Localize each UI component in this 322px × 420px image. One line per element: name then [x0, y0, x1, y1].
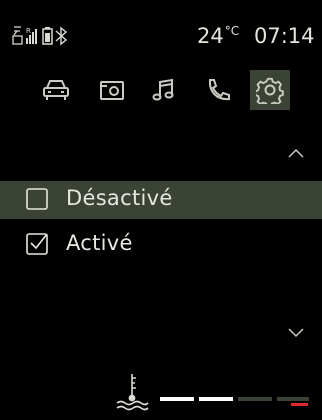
- status-bar: R 24°C 07:14: [0, 0, 322, 48]
- gauge-segment-2: [199, 397, 233, 401]
- gauge-warning-mark: [291, 403, 308, 406]
- tab-media[interactable]: [92, 70, 132, 110]
- tab-vehicle[interactable]: [36, 70, 76, 110]
- sim-card-icon: [12, 26, 23, 45]
- checkbox-unchecked-icon: [26, 188, 48, 210]
- tab-music[interactable]: [144, 70, 184, 110]
- status-icons: R: [12, 26, 68, 46]
- scroll-down-icon[interactable]: [286, 326, 306, 340]
- option-activated[interactable]: Activé: [0, 226, 322, 264]
- battery-icon: [42, 27, 53, 45]
- music-note-icon: [152, 78, 174, 101]
- checkbox-checked-icon: [26, 233, 48, 255]
- scroll-up-icon[interactable]: [286, 146, 306, 160]
- gauge-segment-4: [277, 397, 309, 401]
- option-label: Activé: [66, 231, 133, 255]
- phone-icon: [208, 79, 230, 101]
- gear-icon: [256, 77, 284, 104]
- gauge-segment-3: [238, 397, 272, 401]
- signal-icon: R: [26, 27, 37, 44]
- car-icon: [43, 80, 69, 100]
- coolant-gauge: [0, 370, 322, 420]
- clock: 07:14: [254, 24, 315, 48]
- gauge-segment-1: [160, 397, 194, 401]
- coolant-temperature-icon: [116, 374, 149, 411]
- option-deactivated[interactable]: Désactivé: [0, 181, 322, 219]
- tab-bar: [0, 70, 322, 112]
- tab-settings[interactable]: [250, 70, 290, 110]
- option-label: Désactivé: [66, 186, 173, 210]
- outside-temperature: 24°C: [197, 24, 240, 48]
- radio-icon: [100, 81, 124, 100]
- bluetooth-icon: [55, 26, 68, 46]
- svg-text:R: R: [26, 27, 31, 35]
- tab-phone[interactable]: [198, 70, 238, 110]
